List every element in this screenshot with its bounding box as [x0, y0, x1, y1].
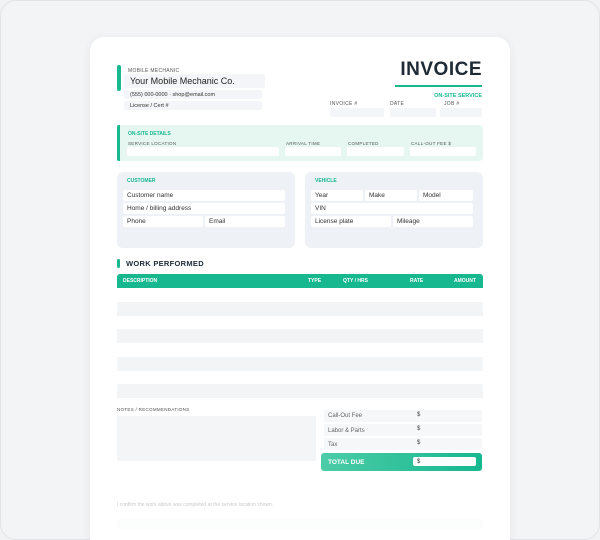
vehicle-mileage-field[interactable]: Mileage	[393, 216, 473, 227]
col-rate: RATE	[410, 278, 424, 284]
arrival-time-field[interactable]	[285, 147, 341, 156]
vehicle-year-field[interactable]: Year	[311, 190, 363, 201]
work-performed-title: WORK PERFORMED	[126, 259, 204, 268]
arrival-time-label: ARRIVAL TIME	[286, 141, 321, 146]
work-accent-bar	[117, 259, 120, 268]
callout-fee-field[interactable]	[410, 147, 476, 156]
tax-total-row	[324, 438, 482, 450]
onsite-accent-bar	[117, 125, 120, 161]
footer-confirmation: I confirm the work above was completed a…	[117, 502, 274, 508]
invoice-number-field[interactable]	[330, 108, 384, 117]
contact-field[interactable]: (555) 000-0000 · shop@email.com	[124, 90, 262, 99]
customer-address-field[interactable]: Home / billing address	[123, 203, 285, 214]
customer-phone-field[interactable]: Phone	[123, 216, 203, 227]
table-row[interactable]	[117, 302, 483, 316]
invoice-number-label: INVOICE #	[330, 101, 358, 107]
callout-total-value[interactable]: $	[417, 412, 420, 418]
invoice-document: MOBILE MECHANIC Your Mobile Mechanic Co.…	[90, 37, 510, 540]
date-label: DATE	[390, 101, 405, 107]
vehicle-title: VEHICLE	[315, 178, 337, 184]
table-row[interactable]	[117, 329, 483, 343]
signature-line	[117, 519, 483, 529]
total-due-field[interactable]: $	[413, 457, 476, 466]
tax-total-value[interactable]: $	[417, 440, 420, 446]
table-row[interactable]	[117, 357, 483, 371]
notes-label: NOTES / RECOMMENDATIONS	[117, 407, 190, 412]
company-name-field[interactable]: Your Mobile Mechanic Co.	[124, 74, 265, 88]
job-number-field[interactable]	[440, 108, 482, 117]
job-number-label: JOB #	[444, 101, 460, 107]
onsite-title: ON-SITE DETAILS	[128, 131, 171, 137]
vehicle-plate-field[interactable]: License plate	[311, 216, 391, 227]
work-table-header: DESCRIPTION TYPE QTY / HRS RATE AMOUNT	[117, 274, 483, 288]
vehicle-model-field[interactable]: Model	[419, 190, 473, 201]
title-underline	[395, 85, 482, 87]
labor-total-label: Labor & Parts	[328, 428, 365, 434]
customer-email-field[interactable]: Email	[205, 216, 285, 227]
license-field[interactable]: License / Cert #	[124, 101, 262, 110]
labor-total-value[interactable]: $	[417, 426, 420, 432]
vehicle-make-field[interactable]: Make	[365, 190, 417, 201]
completed-field[interactable]	[347, 147, 404, 156]
invoice-subtitle: ON-SITE SERVICE	[434, 93, 482, 99]
vehicle-vin-field[interactable]: VIN	[311, 203, 473, 214]
service-location-field[interactable]	[127, 147, 279, 156]
col-amount: AMOUNT	[454, 278, 476, 284]
callout-total-label: Call-Out Fee	[328, 413, 363, 419]
tax-total-label: Tax	[328, 442, 338, 448]
col-qty: QTY / HRS	[343, 278, 368, 284]
customer-title: CUSTOMER	[127, 178, 156, 184]
completed-label: COMPLETED	[348, 141, 379, 146]
callout-fee-label: CALL-OUT FEE $	[411, 141, 452, 146]
total-due-label: TOTAL DUE	[328, 459, 365, 466]
customer-name-field[interactable]: Customer name	[123, 190, 285, 201]
notes-field[interactable]	[117, 416, 316, 461]
col-description: DESCRIPTION	[123, 278, 158, 284]
table-row[interactable]	[117, 384, 483, 398]
col-type: TYPE	[308, 278, 322, 284]
header-accent-bar	[117, 65, 121, 91]
invoice-title: INVOICE	[400, 59, 482, 80]
date-field[interactable]	[390, 108, 436, 117]
service-location-label: SERVICE LOCATION	[128, 141, 177, 146]
